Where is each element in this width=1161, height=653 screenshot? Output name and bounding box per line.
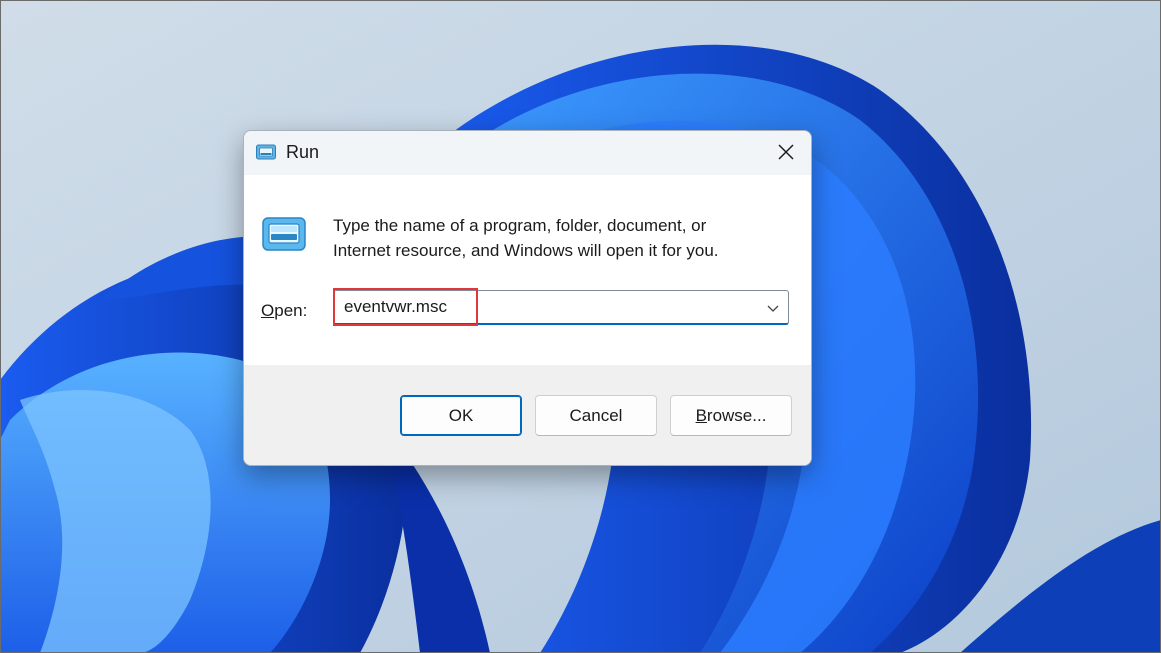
open-combobox[interactable] bbox=[333, 290, 789, 325]
description-line-1: Type the name of a program, folder, docu… bbox=[333, 216, 707, 235]
browse-mnemonic: B bbox=[695, 406, 707, 425]
open-label-mnemonic: O bbox=[261, 301, 275, 320]
description-line-2: Internet resource, and Windows will open… bbox=[333, 241, 719, 260]
run-icon bbox=[262, 217, 306, 251]
run-dialog: Run Type the name of a program, folder, … bbox=[243, 130, 812, 466]
close-icon bbox=[778, 144, 794, 160]
cancel-button[interactable]: Cancel bbox=[535, 395, 657, 436]
dialog-description: Type the name of a program, folder, docu… bbox=[333, 213, 783, 263]
close-button[interactable] bbox=[761, 131, 811, 175]
open-label: Open: bbox=[261, 301, 307, 321]
run-icon bbox=[256, 144, 276, 160]
open-label-text: pen: bbox=[274, 301, 308, 320]
dialog-title: Run bbox=[286, 142, 320, 162]
dialog-content: Type the name of a program, folder, docu… bbox=[244, 175, 811, 365]
browse-button[interactable]: Browse... bbox=[670, 395, 792, 436]
browse-label: rowse... bbox=[706, 406, 767, 425]
title-bar[interactable]: Run bbox=[244, 131, 811, 175]
chevron-down-icon[interactable] bbox=[766, 301, 780, 315]
ok-button[interactable]: OK bbox=[400, 395, 522, 436]
open-input[interactable] bbox=[344, 291, 744, 322]
dialog-footer: OK Cancel Browse... bbox=[244, 365, 811, 465]
